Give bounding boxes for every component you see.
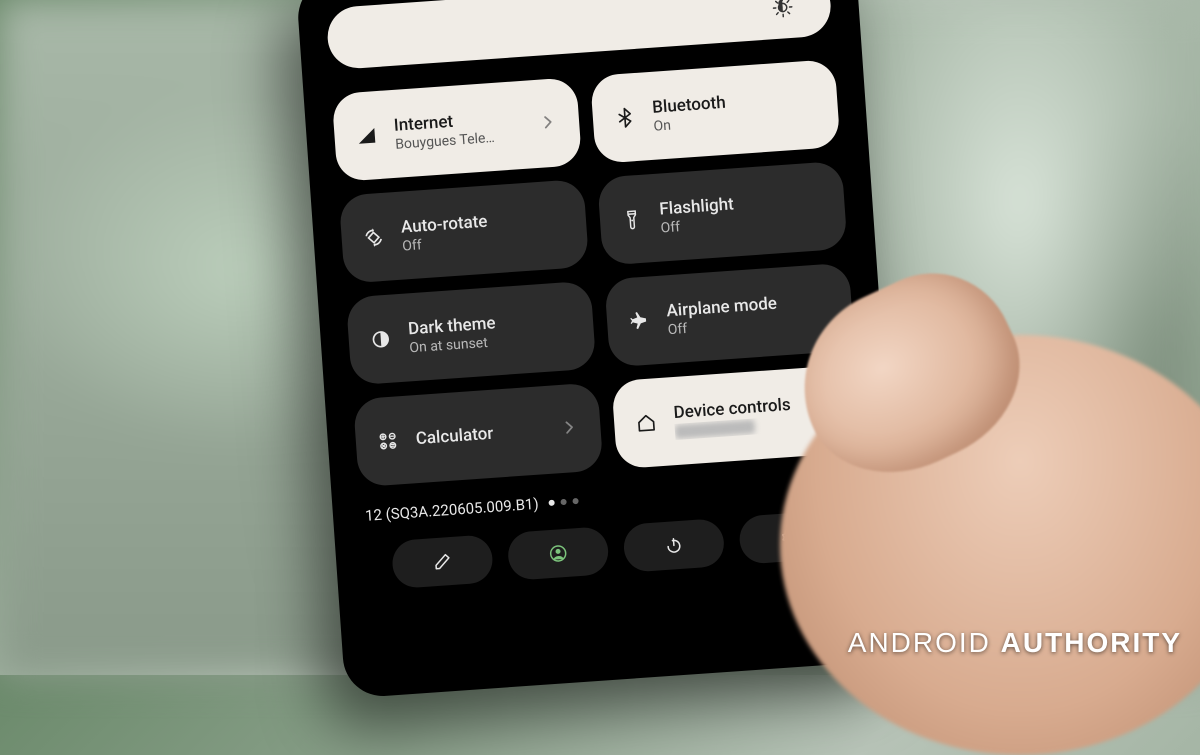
watermark-part1: ANDROID xyxy=(848,627,991,658)
watermark: ANDROID AUTHORITY xyxy=(848,627,1182,659)
airplane-icon xyxy=(624,306,654,336)
footer-actions xyxy=(363,508,869,591)
rotate-icon xyxy=(359,223,389,253)
tile-internet[interactable]: Internet Bouygues Tele… xyxy=(332,77,583,182)
page-indicator xyxy=(548,498,578,506)
settings-button[interactable] xyxy=(738,510,841,565)
home-icon xyxy=(631,408,661,438)
tile-calculator[interactable]: Calculator xyxy=(353,382,604,487)
tile-bluetooth[interactable]: Bluetooth On xyxy=(590,59,841,164)
brightness-icon xyxy=(770,0,796,20)
tile-airplane[interactable]: Airplane mode Off xyxy=(604,263,855,368)
edit-button[interactable] xyxy=(391,534,494,589)
quick-settings-panel: Internet Bouygues Tele… Bluetooth On xyxy=(326,0,875,667)
watermark-part2: AUTHORITY xyxy=(1001,627,1182,658)
phone-frame: Internet Bouygues Tele… Bluetooth On xyxy=(296,0,905,699)
tile-autorotate[interactable]: Auto-rotate Off xyxy=(339,179,590,284)
bluetooth-icon xyxy=(610,103,640,133)
build-text: 12 (SQ3A.220605.009.B1) xyxy=(364,495,539,525)
flashlight-icon xyxy=(617,205,647,235)
tiles-grid: Internet Bouygues Tele… Bluetooth On xyxy=(332,59,862,487)
tile-darktheme[interactable]: Dark theme On at sunset xyxy=(346,281,597,386)
tile-flashlight[interactable]: Flashlight Off xyxy=(597,161,848,266)
page-dot xyxy=(572,498,578,504)
chevron-right-icon xyxy=(822,400,841,420)
page-dot xyxy=(560,499,566,505)
tile-devicecontrols[interactable]: Device controls xyxy=(611,364,862,469)
power-button[interactable] xyxy=(622,518,725,573)
user-switch-button[interactable] xyxy=(507,526,610,581)
darktheme-icon xyxy=(366,324,396,354)
calculator-icon xyxy=(373,426,403,456)
brightness-slider[interactable] xyxy=(326,0,833,70)
chevron-right-icon xyxy=(542,113,561,133)
page-dot xyxy=(548,500,554,506)
chevron-right-icon xyxy=(564,418,583,438)
tile-title: Calculator xyxy=(415,420,551,449)
signal-icon xyxy=(352,121,382,151)
